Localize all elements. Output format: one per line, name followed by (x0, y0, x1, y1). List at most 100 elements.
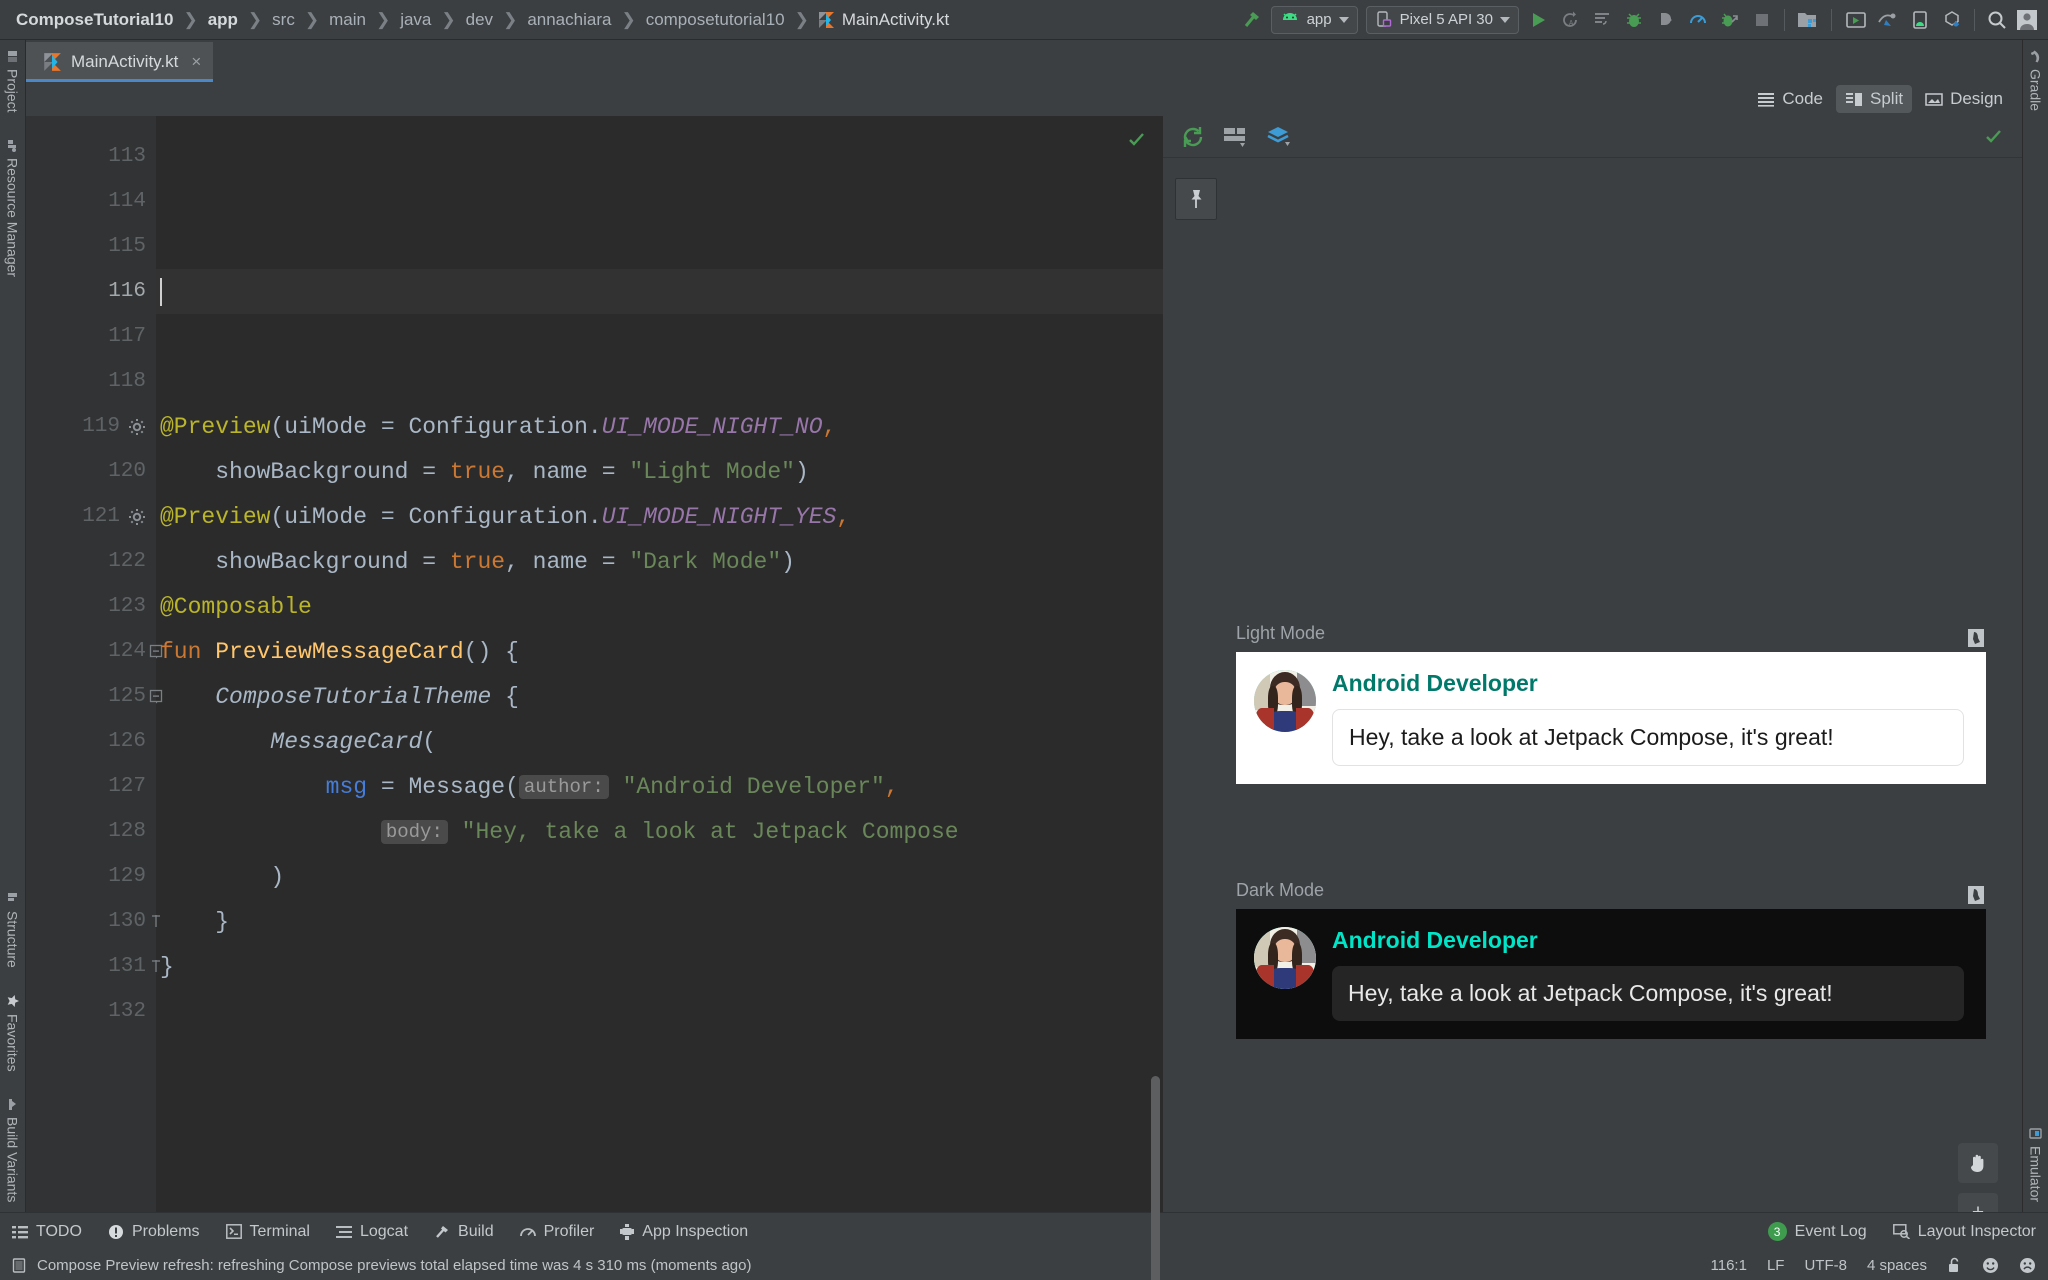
sidebar-item-build-variants[interactable]: Build Variants (5, 1092, 21, 1208)
zoom-in-button[interactable]: + (1958, 1193, 1998, 1212)
build-button[interactable] (1237, 5, 1267, 35)
gutter-line[interactable]: 119 (26, 404, 156, 449)
tab-split-view[interactable]: Split (1836, 85, 1913, 113)
apply-changes-button[interactable]: A (1555, 5, 1585, 35)
line-separator[interactable]: LF (1767, 1257, 1785, 1274)
breadcrumb-item-src[interactable]: src (270, 10, 297, 30)
device-manager-button[interactable] (1873, 5, 1903, 35)
breadcrumb-item-composetutorial10[interactable]: composetutorial10 (644, 10, 787, 30)
code-line[interactable] (156, 179, 1163, 224)
debug-button[interactable] (1619, 5, 1649, 35)
gutter-line[interactable]: 132 (26, 989, 156, 1034)
profiler-button[interactable] (1683, 5, 1713, 35)
tool-button-app-inspection[interactable]: App Inspection (620, 1223, 748, 1241)
pan-tool-button[interactable] (1958, 1143, 1998, 1183)
tool-button-build[interactable]: Build (434, 1223, 494, 1241)
code-line[interactable]: fun PreviewMessageCard() { (156, 629, 1163, 674)
gutter-line[interactable]: 123 (26, 584, 156, 629)
inspection-status-icon[interactable] (1127, 130, 1147, 150)
gutter-line[interactable]: 129 (26, 854, 156, 899)
preview-item-dark-mode[interactable]: Dark Mode Android Developer Hey, take a … (1236, 880, 1986, 1039)
code-line[interactable]: } (156, 899, 1163, 944)
interactive-preview-icon[interactable] (1966, 628, 1986, 648)
breadcrumb-item-project[interactable]: ComposeTutorial10 (14, 10, 175, 30)
tool-button-problems[interactable]: Problems (108, 1223, 200, 1241)
sidebar-item-emulator[interactable]: Emulator (2028, 1121, 2044, 1208)
pin-preview-button[interactable] (1175, 178, 1217, 220)
caret-position[interactable]: 116:1 (1711, 1257, 1747, 1274)
sdk-manager-button[interactable] (1792, 5, 1822, 35)
code-content[interactable]: @Preview (uiMode = Configuration. UI_MODE_… (156, 116, 1163, 1212)
tab-design-view[interactable]: Design (1916, 85, 2012, 113)
gutter-line[interactable]: 130 (26, 899, 160, 944)
editor-gutter[interactable]: 113 114 115 116 117 118 119 120 121 122 123 124 125 1… (26, 116, 163, 1212)
device-file-explorer-button[interactable] (1905, 5, 1935, 35)
interactive-preview-icon[interactable] (1966, 885, 1986, 905)
editor-scrollbar[interactable] (1151, 1076, 1160, 1280)
gutter-line[interactable]: 116 (26, 269, 156, 314)
apply-code-changes-button[interactable] (1587, 5, 1617, 35)
gutter-line[interactable]: 125 (26, 674, 163, 719)
smiley-sad-icon[interactable] (2019, 1257, 2036, 1274)
code-line[interactable]: @Preview (uiMode = Configuration. UI_MODE_… (156, 404, 1163, 449)
code-line[interactable]: ComposeTutorialTheme { (156, 674, 1163, 719)
tab-code-view[interactable]: Code (1748, 85, 1832, 113)
tool-button-terminal[interactable]: Terminal (225, 1223, 310, 1241)
gutter-line[interactable]: 122 (26, 539, 156, 584)
code-line[interactable]: body: "Hey, take a look at Jetpack Compo… (156, 809, 1163, 854)
user-account-button[interactable] (2012, 5, 2042, 35)
code-line[interactable]: @Composable (156, 584, 1163, 629)
sidebar-item-resource-manager[interactable]: Resource Manager (5, 133, 21, 283)
sidebar-item-favorites[interactable]: Favorites (5, 988, 21, 1078)
search-everywhere-button[interactable] (1982, 5, 2012, 35)
avd-manager-button[interactable] (1841, 5, 1871, 35)
breadcrumb-item-annachiara[interactable]: annachiara (525, 10, 613, 30)
indent-setting[interactable]: 4 spaces (1867, 1257, 1927, 1274)
run-button[interactable] (1523, 5, 1553, 35)
tool-button-logcat[interactable]: Logcat (335, 1223, 408, 1241)
editor-tab-mainactivity[interactable]: MainActivity.kt × (26, 42, 214, 82)
breadcrumb-item-main[interactable]: main (327, 10, 368, 30)
preview-item-light-mode[interactable]: Light Mode Android Developer Hey, take a… (1236, 623, 1986, 784)
tool-button-event-log[interactable]: 3 Event Log (1767, 1222, 1867, 1241)
code-line[interactable] (156, 359, 1163, 404)
code-line[interactable] (156, 134, 1163, 179)
run-configuration-selector[interactable]: app (1270, 5, 1358, 34)
code-line[interactable] (156, 314, 1163, 359)
code-line[interactable]: showBackground = true, name = "Light Mod… (156, 449, 1163, 494)
gutter-line[interactable]: 113 (26, 134, 156, 179)
stop-button[interactable] (1747, 5, 1777, 35)
breadcrumb-item-java[interactable]: java (398, 10, 433, 30)
device-selector[interactable]: Pixel 5 API 30 (1365, 5, 1519, 34)
tool-button-layout-inspector[interactable]: Layout Inspector (1892, 1223, 2036, 1241)
gutter-gear-icon[interactable] (128, 508, 146, 526)
gutter-line[interactable]: 115 (26, 224, 156, 269)
preview-layout-button[interactable] (1223, 126, 1249, 148)
tool-button-todo[interactable]: TODO (12, 1223, 82, 1241)
gutter-line[interactable]: 120 (26, 449, 156, 494)
gutter-line[interactable]: 118 (26, 359, 156, 404)
preview-layers-button[interactable] (1267, 126, 1293, 148)
gutter-line[interactable]: 128 (26, 809, 156, 854)
breadcrumb-item-file[interactable]: MainActivity.kt (817, 10, 949, 30)
gutter-gear-icon[interactable] (128, 418, 146, 436)
refresh-preview-button[interactable] (1181, 125, 1205, 149)
gutter-line[interactable]: 131 (26, 944, 160, 989)
sidebar-item-project[interactable]: Project (5, 44, 21, 119)
code-line[interactable]: } (156, 944, 1163, 989)
tool-button-profiler[interactable]: Profiler (519, 1223, 594, 1241)
smiley-happy-icon[interactable] (1982, 1257, 1999, 1274)
gutter-line[interactable]: 121 (26, 494, 156, 539)
unlock-icon[interactable] (1947, 1257, 1962, 1273)
sidebar-item-structure[interactable]: Structure (5, 886, 21, 974)
gutter-line[interactable]: 127 (26, 764, 156, 809)
debug-app-button[interactable] (1715, 5, 1745, 35)
code-line[interactable]: showBackground = true, name = "Dark Mode… (156, 539, 1163, 584)
file-encoding[interactable]: UTF-8 (1804, 1257, 1847, 1274)
gutter-line[interactable]: 114 (26, 179, 156, 224)
code-line[interactable]: MessageCard( (156, 719, 1163, 764)
code-line[interactable]: @Preview (uiMode = Configuration. UI_MODE_… (156, 494, 1163, 539)
gutter-line[interactable]: 124 (26, 629, 163, 674)
code-line[interactable] (156, 989, 1163, 1034)
sidebar-item-gradle[interactable]: Gradle (2028, 44, 2044, 117)
